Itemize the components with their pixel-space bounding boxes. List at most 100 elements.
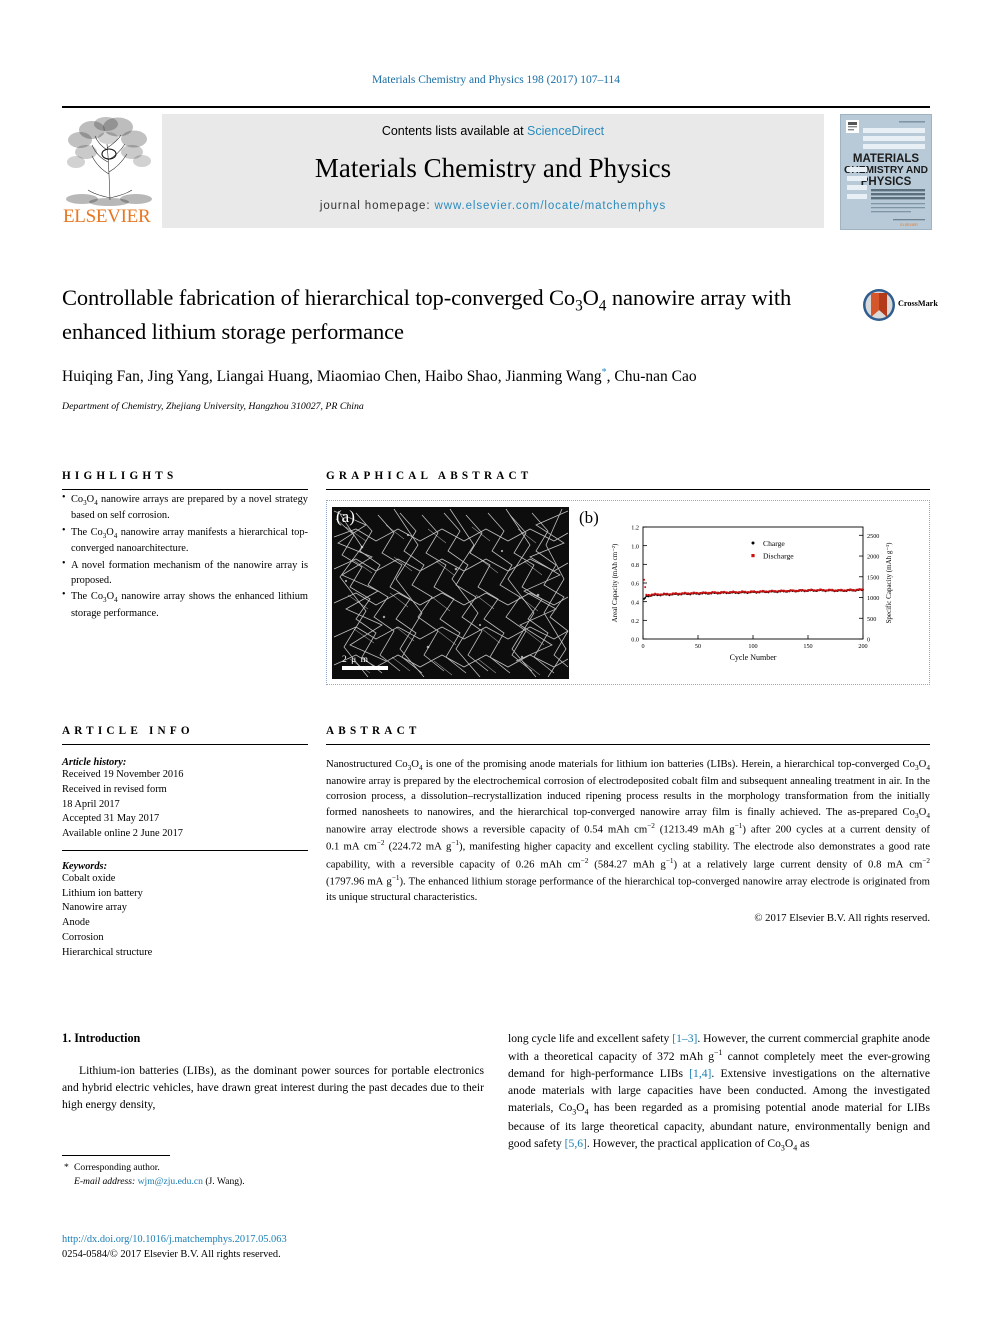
graphical-abstract-heading: GRAPHICAL ABSTRACT (326, 470, 533, 482)
journal-title: Materials Chemistry and Physics (314, 153, 672, 183)
journal-cover-art: MATERIALS CHEMISTRY AND PHYSICS ELSEVIER (841, 115, 931, 229)
article-info-heading-wrap: ARTICLE INFO (62, 725, 308, 745)
svg-text:1000: 1000 (867, 595, 879, 602)
svg-text:200: 200 (858, 643, 867, 650)
history-line: Accepted 31 May 2017 (62, 813, 160, 825)
graphical-abstract-frame: (a) 2 μ m (b) 0.0 0.2 0.4 0.6 0.8 1.0 1.2 0 500 1… (326, 500, 930, 685)
keywords-rule (62, 849, 308, 851)
svg-text:50: 50 (695, 643, 701, 650)
highlights-rule (62, 489, 308, 490)
abstract-heading: ABSTRACT (326, 725, 421, 737)
svg-text:Specific Capacity (mAh g⁻¹): Specific Capacity (mAh g⁻¹) (885, 542, 893, 624)
keywords-block: Keywords: Cobalt oxide Lithium ion batte… (62, 861, 308, 961)
citation-link[interactable]: [5,6] (565, 1137, 587, 1150)
crossmark-label: CrossMark (898, 299, 938, 308)
footnote-email: E-mail address: wjm@zju.edu.cn (J. Wang)… (62, 1175, 484, 1189)
contents-available-line: Contents lists available at ScienceDirec… (162, 124, 824, 138)
elsevier-wordmark: ELSEVIER (63, 206, 151, 227)
keyword-item: Corrosion (62, 931, 104, 943)
keyword-item: Anode (62, 917, 90, 929)
sciencedirect-link[interactable]: ScienceDirect (527, 124, 604, 138)
graphical-abstract-body: (a) 2 μ m (b) 0.0 0.2 0.4 0.6 0.8 1.0 1.2 0 500 1… (326, 492, 930, 685)
scale-bar-line (342, 666, 388, 670)
crossmark-icon (863, 289, 895, 321)
sem-micrograph-image: (a) 2 μ m (332, 507, 569, 679)
svg-text:150: 150 (803, 643, 812, 650)
journal-cover-thumbnail: MATERIALS CHEMISTRY AND PHYSICS ELSEVIER (840, 114, 932, 230)
highlights-body: Co3O4 nanowire arrays are prepared by a … (62, 491, 308, 622)
svg-text:MATERIALS: MATERIALS (853, 153, 920, 165)
crossmark-badge[interactable]: CrossMark (862, 288, 938, 322)
elsevier-logo: ELSEVIER (62, 114, 158, 228)
highlights-heading-wrap: HIGHLIGHTS (62, 470, 308, 490)
corresponding-text: Corresponding author. (74, 1162, 160, 1173)
svg-text:Areal Capacity (mAh cm⁻²): Areal Capacity (mAh cm⁻²) (611, 543, 619, 622)
running-head: Materials Chemistry and Physics 198 (201… (371, 74, 621, 86)
list-item: The Co3O4 nanowire array manifests a hie… (62, 524, 308, 557)
svg-text:100: 100 (748, 643, 757, 650)
email-owner: (J. Wang). (205, 1176, 245, 1188)
homepage-prefix: journal homepage: (319, 200, 435, 212)
svg-text:500: 500 (867, 616, 876, 623)
svg-text:2000: 2000 (867, 554, 879, 561)
doi-link[interactable]: http://dx.doi.org/10.1016/j.matchemphys.… (62, 1232, 502, 1247)
panel-a-label: (a) (336, 507, 355, 526)
email-label: E-mail address: (74, 1176, 136, 1188)
abstract-body: Nanostructured Co3O4 is one of the promi… (326, 747, 930, 924)
paragraph: long cycle life and excellent safety [1–… (508, 1032, 931, 1153)
svg-text:0.6: 0.6 (631, 581, 639, 588)
paragraph: Lithium-ion batteries (LIBs), as the dom… (62, 1063, 484, 1111)
asterisk-icon: * (64, 1162, 69, 1173)
svg-text:Discharge: Discharge (763, 552, 794, 561)
svg-text:0.8: 0.8 (631, 562, 639, 569)
list-item: Co3O4 nanowire arrays are prepared by a … (62, 491, 308, 524)
email-link[interactable]: wjm@zju.edu.cn (138, 1176, 203, 1187)
introduction-column-left: 1. Introduction Lithium-ion batteries (L… (62, 1030, 484, 1113)
list-item: A novel formation mechanism of the nanow… (62, 557, 308, 589)
graphical-abstract-heading-wrap: GRAPHICAL ABSTRACT (326, 470, 930, 490)
journal-masthead: ELSEVIER Contents lists available at Sci… (62, 106, 932, 230)
highlights-list: Co3O4 nanowire arrays are prepared by a … (62, 491, 308, 621)
keywords-label: Keywords: (62, 860, 108, 872)
abstract-copyright: © 2017 Elsevier B.V. All rights reserved… (754, 912, 930, 925)
svg-text:Cycle Number: Cycle Number (730, 653, 777, 662)
history-line: Received in revised form (62, 783, 167, 795)
footnote-divider (62, 1155, 170, 1156)
citation-link[interactable]: [1,4] (689, 1067, 711, 1080)
svg-text:0.2: 0.2 (631, 618, 639, 625)
introduction-column-right: long cycle life and excellent safety [1–… (508, 1030, 930, 1154)
history-line: 18 April 2017 (62, 798, 120, 810)
authors-main: Huiqing Fan, Jing Yang, Liangai Huang, M… (62, 367, 602, 385)
section-heading-introduction: 1. Introduction (62, 1031, 141, 1045)
author-list: Huiqing Fan, Jing Yang, Liangai Huang, M… (62, 366, 852, 388)
keyword-item: Nanowire array (62, 902, 127, 914)
contents-prefix: Contents lists available at (381, 124, 528, 138)
svg-text:1.2: 1.2 (631, 525, 639, 532)
elsevier-tree-icon (62, 114, 158, 206)
sem-nanowire-texture (332, 507, 569, 679)
keyword-item: Cobalt oxide (62, 872, 116, 884)
keyword-item: Lithium ion battery (62, 887, 143, 899)
page-footer: http://dx.doi.org/10.1016/j.matchemphys.… (62, 1232, 502, 1262)
svg-text:0.4: 0.4 (631, 599, 639, 606)
svg-text:0.0: 0.0 (631, 637, 639, 644)
article-info-heading: ARTICLE INFO (62, 725, 194, 737)
panel-b-label: (b) (579, 508, 599, 527)
scale-bar: 2 μ m (342, 655, 388, 670)
title-subscript-3: 3 (575, 297, 583, 315)
article-info-rule (62, 744, 308, 745)
corresponding-author-footnote: * Corresponding author. E-mail address: … (62, 1155, 484, 1190)
svg-text:2500: 2500 (867, 533, 879, 540)
svg-text:PHYSICS: PHYSICS (861, 176, 912, 188)
citation-link[interactable]: [1–3] (672, 1032, 697, 1045)
history-line: Available online 2 June 2017 (62, 828, 184, 840)
highlights-heading: HIGHLIGHTS (62, 470, 178, 482)
svg-text:Charge: Charge (763, 539, 785, 548)
journal-homepage-line: journal homepage: www.elsevier.com/locat… (162, 200, 824, 212)
keyword-item: Hierarchical structure (62, 946, 153, 958)
homepage-url-link[interactable]: www.elsevier.com/locate/matchemphys (435, 200, 667, 212)
title-part-1: Controllable fabrication of hierarchical… (62, 285, 576, 310)
masthead-center-panel: Contents lists available at ScienceDirec… (162, 114, 824, 228)
svg-text:0: 0 (641, 643, 644, 650)
title-part-2: O (582, 285, 599, 310)
